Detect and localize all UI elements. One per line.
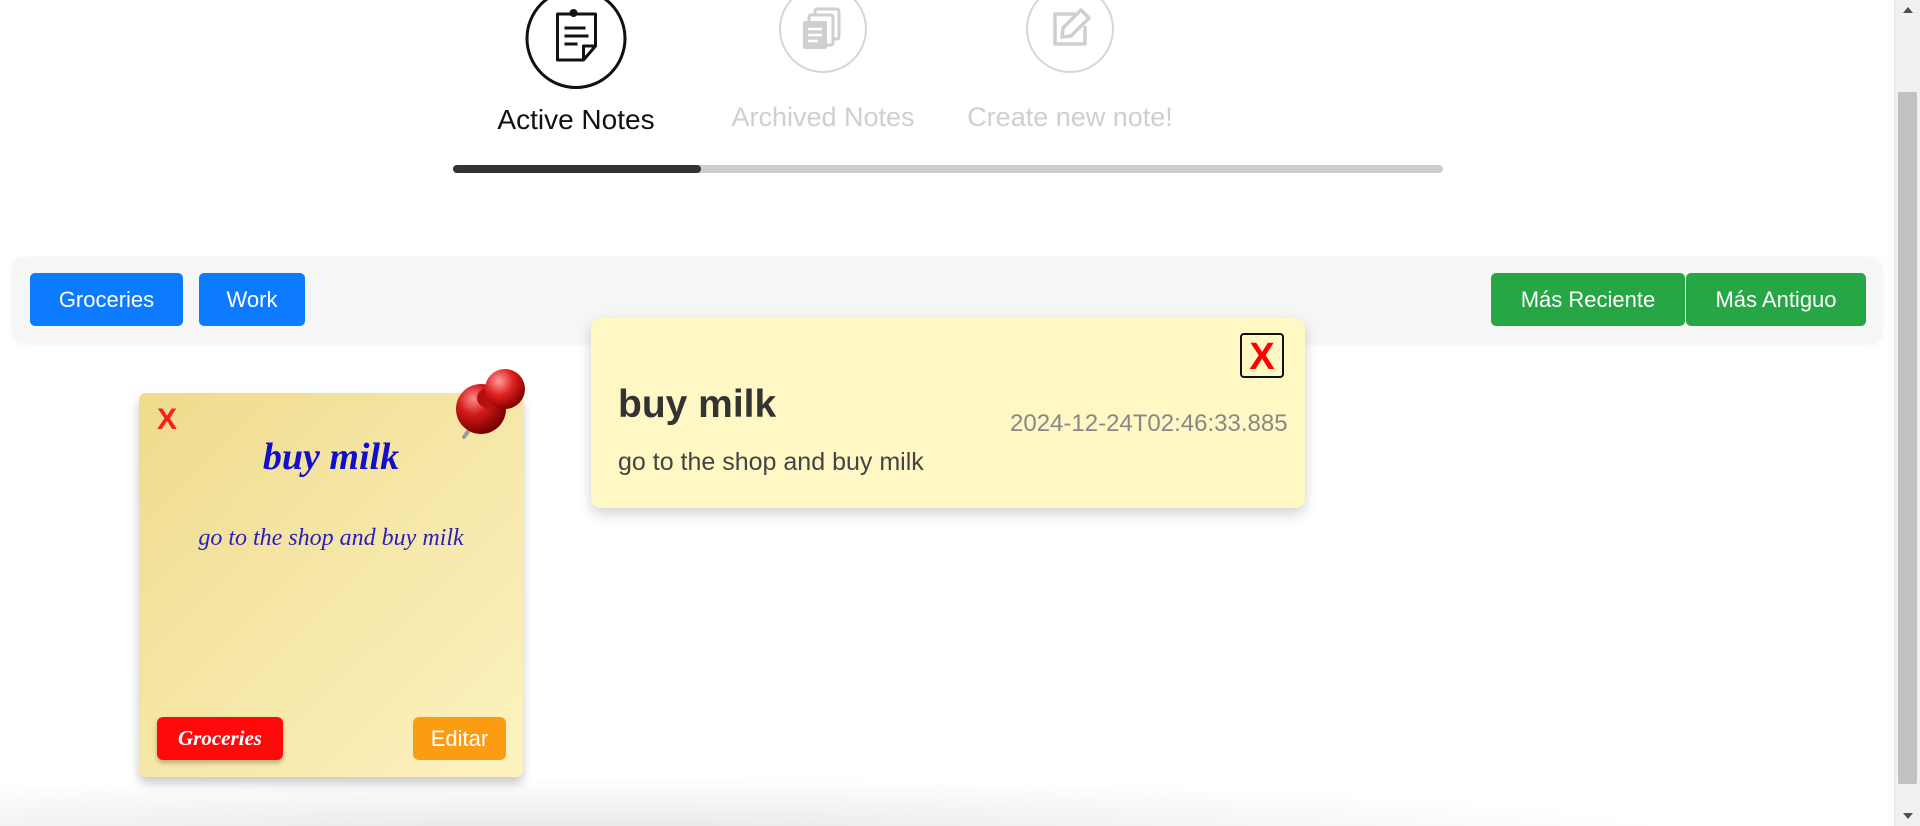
edit-button[interactable]: Editar [413,717,506,760]
archive-icon [779,0,867,73]
sort-oldest-button[interactable]: Más Antiguo [1686,273,1866,326]
sticky-note-icon [525,0,627,89]
tab-label: Create new note! [967,102,1173,132]
edit-icon [1026,0,1114,73]
sort-newest-button[interactable]: Más Reciente [1491,273,1685,326]
progress-bar [453,165,1443,173]
note-popup: X buy milk 2024-12-24T02:46:33.885 go to… [591,318,1305,508]
notes-navigation: Active Notes Archived Notes Create new n… [453,0,1443,180]
note-card[interactable]: X buy milk go to the shop and buy milk G… [139,369,525,777]
note-delete-button[interactable]: X [157,403,177,437]
note-tag-badge[interactable]: Groceries [157,717,283,760]
vertical-scrollbar[interactable] [1894,0,1920,826]
scrollbar-thumb[interactable] [1898,92,1917,784]
filter-groceries-button[interactable]: Groceries [30,273,183,326]
tab-label: Archived Notes [731,102,915,132]
scroll-up-arrow-icon[interactable] [1895,0,1920,20]
popup-timestamp: 2024-12-24T02:46:33.885 [1010,410,1288,437]
tab-label: Active Notes [497,104,655,135]
popup-close-button[interactable]: X [1240,333,1284,378]
pushpin-icon [451,367,529,445]
note-content: go to the shop and buy milk [198,525,464,551]
popup-title: buy milk [618,383,777,426]
progress-fill [453,165,701,173]
scroll-down-arrow-icon[interactable] [1895,806,1920,826]
popup-content: go to the shop and buy milk [618,448,924,476]
filter-work-button[interactable]: Work [199,273,305,326]
